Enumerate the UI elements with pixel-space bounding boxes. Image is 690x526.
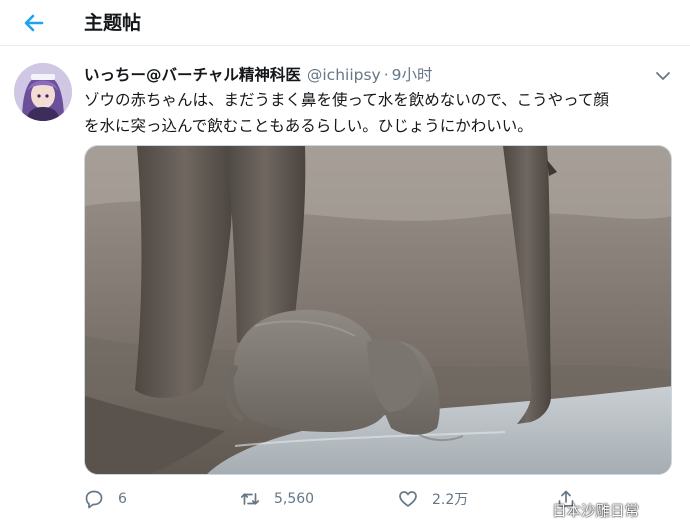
like-button[interactable]: 2.2万: [398, 486, 468, 512]
avatar-image: [14, 63, 72, 121]
tweet-menu-button[interactable]: [655, 68, 671, 82]
retweet-button[interactable]: 5,560: [240, 486, 314, 512]
back-arrow-icon: [24, 14, 44, 32]
baby-elephant-photo: [85, 146, 671, 474]
reply-button[interactable]: 6: [84, 486, 127, 512]
top-bar: 主题帖: [0, 0, 690, 46]
retweet-count: 5,560: [274, 491, 315, 507]
separator-dot: ·: [383, 66, 389, 84]
watermark-text: 日本沙雕日常: [552, 503, 639, 520]
back-button[interactable]: [18, 7, 50, 39]
retweet-icon: [240, 493, 260, 505]
weibo-icon: [529, 503, 549, 519]
tweet-author-row: いっちー@バーチャル精神科医 @ichiipsy · 9小时: [84, 64, 433, 86]
like-count: 2.2万: [432, 492, 469, 508]
weibo-watermark: 日本沙雕日常: [528, 499, 639, 521]
reply-count: 6: [118, 491, 127, 507]
like-icon: [399, 491, 417, 507]
page-title: 主题帖: [84, 12, 142, 34]
tweet-text: ゾウの赤ちゃんは、まだうまく鼻を使って水を飲めないので、こうやって顔 を水に突っ…: [84, 87, 680, 139]
chevron-down-icon: [656, 72, 670, 80]
author-handle[interactable]: @ichiipsy: [307, 66, 381, 84]
author-display-name[interactable]: いっちー@バーチャル精神科医: [84, 66, 301, 84]
tweet-text-line: を水に突っ込んで飲むこともあるらしい。ひじょうにかわいい。: [84, 117, 533, 135]
tweet-text-line: ゾウの赤ちゃんは、まだうまく鼻を使って水を飲めないので、こうやって顔: [84, 91, 609, 109]
avatar[interactable]: [14, 63, 72, 121]
reply-icon: [85, 490, 103, 509]
tweet-photo[interactable]: [84, 145, 672, 475]
tweet-timestamp[interactable]: 9小时: [392, 66, 433, 84]
